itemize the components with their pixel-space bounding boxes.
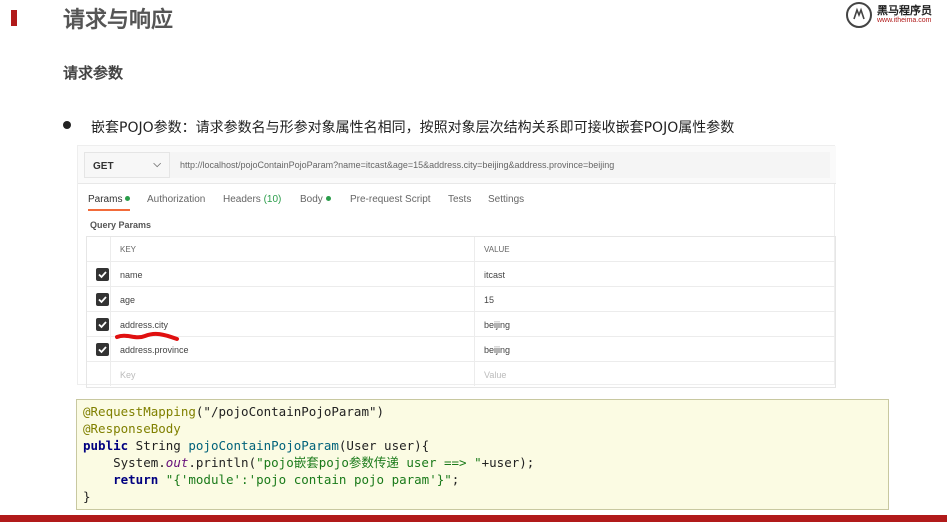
code-string: "{'module':'pojo contain pojo param'}": [165, 472, 452, 487]
request-tabs: Params Authorization Headers (10) Body P…: [78, 190, 836, 212]
tab-headers-label: Headers: [223, 194, 261, 205]
param-value-input[interactable]: beijing: [475, 337, 835, 361]
param-key-input[interactable]: name: [111, 262, 475, 286]
table-row: name itcast: [87, 262, 835, 287]
url-input[interactable]: http://localhost/pojoContainPojoParam?na…: [170, 152, 830, 178]
logo-name: 黑马程序员: [877, 4, 932, 17]
param-value-input[interactable]: beijing: [475, 312, 835, 336]
code-annotation: @RequestMapping: [83, 404, 196, 419]
postman-panel: GET ⌵ http://localhost/pojoContainPojoPa…: [77, 145, 836, 388]
code-string: "pojo嵌套pojo参数传递 user ==> ": [256, 455, 482, 470]
slide-title: 请求与响应: [63, 8, 174, 33]
code-method-name: pojoContainPojoParam: [188, 438, 339, 453]
check-icon: [98, 346, 107, 354]
code-block: @RequestMapping("/pojoContainPojoParam")…: [76, 399, 889, 510]
code-text: }: [83, 489, 91, 504]
table-header-row: KEY VALUE: [87, 237, 835, 262]
code-field: out: [165, 455, 189, 470]
tab-params-label: Params: [88, 194, 123, 205]
new-key-input[interactable]: Key: [111, 362, 475, 386]
param-value-input[interactable]: itcast: [475, 262, 835, 286]
param-value-input[interactable]: 15: [475, 287, 835, 311]
query-params-label: Query Params: [90, 220, 152, 230]
tab-settings[interactable]: Settings: [488, 194, 524, 205]
code-text: +user);: [481, 455, 535, 470]
logo-icon: [846, 2, 872, 28]
check-cell: [87, 312, 111, 336]
checkbox[interactable]: [96, 343, 109, 356]
tab-body[interactable]: Body: [300, 194, 331, 205]
footer-bar: [0, 515, 947, 522]
code-text: String: [128, 438, 189, 453]
method-label: GET: [93, 161, 114, 172]
tab-params[interactable]: Params: [88, 194, 131, 211]
headers-count: (10): [263, 194, 282, 205]
code-keyword: public: [83, 438, 129, 453]
tab-authorization[interactable]: Authorization: [147, 194, 205, 205]
check-icon: [98, 271, 107, 279]
new-value-input[interactable]: Value: [475, 362, 835, 386]
check-column-header: [87, 237, 111, 261]
dot-icon: [125, 196, 131, 201]
method-select[interactable]: GET ⌵: [84, 152, 170, 178]
code-text: (User user){: [338, 438, 430, 453]
accent-bar: [11, 10, 17, 26]
red-underline-annotation: [115, 331, 179, 341]
table-row: address.city beijing: [87, 312, 835, 337]
tab-body-label: Body: [300, 194, 323, 205]
table-row: age 15: [87, 287, 835, 312]
check-cell: [87, 337, 111, 361]
bullet-icon: [63, 121, 71, 129]
bullet-text: 嵌套POJO参数：请求参数名与形参对象属性名相同，按照对象层次结构关系即可接收嵌…: [91, 120, 735, 136]
query-params-table: KEY VALUE name itcast age 15 address.cit…: [86, 236, 836, 388]
tab-prerequest-script[interactable]: Pre-request Script: [350, 194, 431, 205]
tab-tests[interactable]: Tests: [448, 194, 471, 205]
check-cell: [87, 262, 111, 286]
checkbox[interactable]: [96, 268, 109, 281]
table-row: address.province beijing: [87, 337, 835, 362]
code-text: ("/pojoContainPojoParam"): [195, 404, 385, 419]
checkbox[interactable]: [96, 318, 109, 331]
dot-icon: [325, 196, 331, 201]
code-text: ;: [451, 472, 460, 487]
check-icon: [98, 296, 107, 304]
logo-url: www.itheima.com: [877, 17, 932, 24]
check-cell: [87, 287, 111, 311]
check-cell: [87, 362, 111, 386]
checkbox[interactable]: [96, 293, 109, 306]
section-title: 请求参数: [63, 64, 124, 82]
brand-logo: 黑马程序员 www.itheima.com: [846, 0, 947, 30]
param-key-input[interactable]: age: [111, 287, 475, 311]
code-annotation: @ResponseBody: [83, 421, 181, 436]
check-icon: [98, 321, 107, 329]
table-row-empty: Key Value: [87, 362, 835, 387]
request-bar: GET ⌵ http://localhost/pojoContainPojoPa…: [78, 146, 836, 184]
chevron-down-icon: ⌵: [153, 159, 161, 170]
value-column-header: VALUE: [484, 245, 510, 254]
code-keyword: return: [83, 472, 166, 487]
code-text: .println(: [188, 455, 257, 470]
tab-headers[interactable]: Headers (10): [223, 194, 281, 205]
code-text: System.: [83, 455, 166, 470]
key-column-header: KEY: [111, 237, 475, 261]
